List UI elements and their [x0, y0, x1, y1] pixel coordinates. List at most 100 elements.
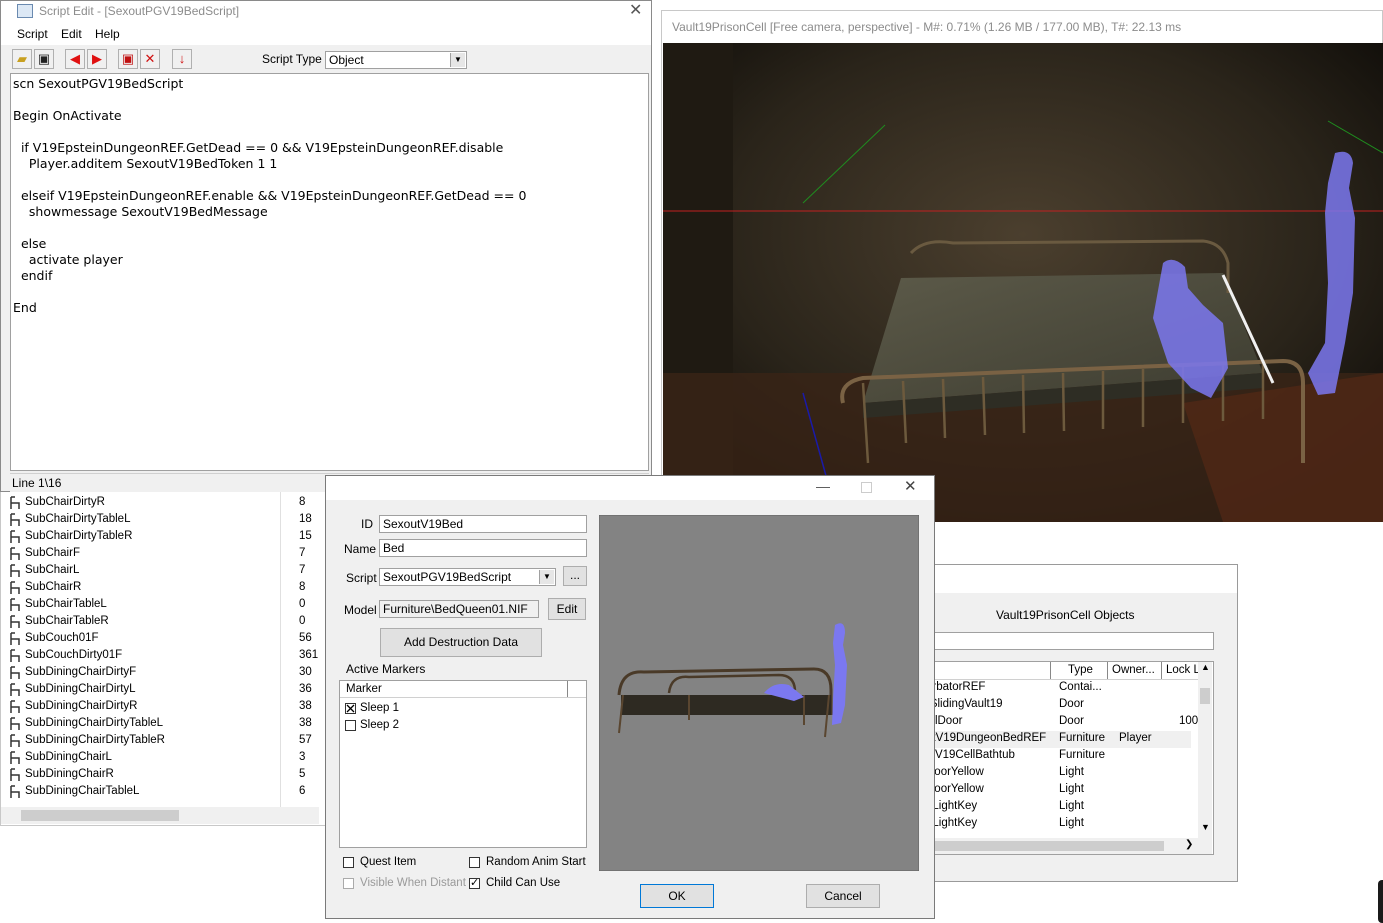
delete-button[interactable]: ✕: [140, 49, 160, 69]
table-row[interactable]: ellDoor Door 100: [926, 714, 1198, 731]
marker-row-sleep-2[interactable]: Sleep 2: [344, 718, 564, 734]
model-preview[interactable]: [599, 515, 919, 871]
minimize-icon[interactable]: —: [816, 478, 830, 494]
code-line[interactable]: endif: [13, 268, 526, 284]
list-item[interactable]: SubDiningChairTableL 6: [1, 784, 319, 801]
next-script-button[interactable]: ▶: [87, 49, 107, 69]
script-type-select[interactable]: Object ▼: [325, 51, 467, 69]
compile-down-button[interactable]: ↓: [172, 49, 192, 69]
menu-script[interactable]: Script: [17, 27, 48, 41]
model-edit-button[interactable]: Edit: [548, 598, 586, 620]
save-red-button[interactable]: ▣: [118, 49, 138, 69]
code-line[interactable]: End: [13, 300, 526, 316]
table-row[interactable]: erbatorREF Contai...: [926, 680, 1191, 697]
id-field[interactable]: SexoutV19Bed: [379, 515, 587, 533]
object-list-hscrollbar[interactable]: [1, 807, 319, 824]
header-divider[interactable]: [567, 681, 568, 697]
code-line[interactable]: showmessage SexoutV19BedMessage: [13, 204, 526, 220]
list-item[interactable]: SubChairF 7: [1, 546, 319, 563]
list-item[interactable]: SubDiningChairDirtyTableL 38: [1, 716, 319, 733]
save-button[interactable]: ▣: [34, 49, 54, 69]
code-line[interactable]: [13, 92, 526, 108]
list-item[interactable]: SubDiningChairDirtyTableR 57: [1, 733, 319, 750]
hscroll-thumb[interactable]: [21, 810, 179, 821]
list-item[interactable]: SubChairL 7: [1, 563, 319, 580]
list-item[interactable]: SubDiningChairL 3: [1, 750, 319, 767]
list-item-name: SubChairF: [25, 547, 80, 559]
menu-edit[interactable]: Edit: [61, 27, 82, 41]
add-destruction-data-button[interactable]: Add Destruction Data: [380, 628, 542, 657]
code-line[interactable]: else: [13, 236, 526, 252]
list-item[interactable]: SubChairDirtyTableR 15: [1, 529, 319, 546]
header-lock[interactable]: Lock L: [1166, 664, 1200, 676]
cell-objects-filter-field[interactable]: [926, 632, 1214, 650]
list-item[interactable]: SubDiningChairDirtyR 38: [1, 699, 319, 716]
script-code[interactable]: scn SexoutPGV19BedScript Begin OnActivate…: [13, 76, 526, 316]
code-line[interactable]: [13, 124, 526, 140]
open-folder-button[interactable]: ▰: [12, 49, 32, 69]
code-line[interactable]: if V19EpsteinDungeonREF.GetDead == 0 && …: [13, 140, 526, 156]
cell-objects-vscrollbar[interactable]: ▲ ▼: [1198, 662, 1212, 838]
code-line[interactable]: [13, 220, 526, 236]
cell-objects-hscrollbar[interactable]: ❯: [926, 838, 1212, 854]
table-row[interactable]: DoorYellow Light: [926, 782, 1191, 799]
hscroll-thumb[interactable]: [926, 841, 1164, 851]
code-line[interactable]: [13, 172, 526, 188]
chevron-down-icon[interactable]: ▼: [1201, 822, 1210, 832]
list-item[interactable]: SubChairR 8: [1, 580, 319, 597]
header-divider-owner[interactable]: [1161, 662, 1162, 679]
list-item[interactable]: SubChairTableR 0: [1, 614, 319, 631]
header-owner[interactable]: Owner...: [1112, 664, 1155, 676]
close-icon[interactable]: ✕: [629, 0, 642, 20]
table-row[interactable]: DoorYellow Light: [926, 765, 1191, 782]
chevron-right-icon[interactable]: ❯: [1185, 839, 1193, 850]
chevron-down-icon[interactable]: ▼: [450, 53, 465, 67]
child-can-use-checkbox[interactable]: [469, 876, 480, 889]
header-divider-type[interactable]: [1107, 662, 1108, 679]
list-item-count: 361: [299, 649, 319, 661]
header-type[interactable]: Type: [1068, 664, 1093, 676]
vscroll-thumb[interactable]: [1200, 688, 1210, 704]
chevron-down-icon[interactable]: ▼: [539, 570, 554, 584]
cell-objects-list[interactable]: Type Owner... Lock L erbatorREF Contai...…: [926, 661, 1214, 855]
code-line[interactable]: [13, 284, 526, 300]
list-item[interactable]: SubCouch01F 56: [1, 631, 319, 648]
marker-checkbox-sleep-1[interactable]: [345, 703, 356, 714]
marker-column-header[interactable]: Marker: [346, 683, 382, 695]
table-row[interactable]: 9LightKey Light: [926, 816, 1191, 833]
quest-item-checkbox[interactable]: [343, 857, 354, 868]
table-row[interactable]: 9LightKey Light: [926, 799, 1191, 816]
code-line[interactable]: scn SexoutPGV19BedScript: [13, 76, 526, 92]
previous-script-button[interactable]: ◀: [65, 49, 85, 69]
chevron-up-icon[interactable]: ▲: [1201, 662, 1210, 672]
list-item[interactable]: SubChairDirtyTableL 18: [1, 512, 319, 529]
code-line[interactable]: Player.additem SexoutV19BedToken 1 1: [13, 156, 526, 172]
code-line[interactable]: activate player: [13, 252, 526, 268]
random-anim-start-checkbox[interactable]: [469, 857, 480, 868]
render-viewport[interactable]: [663, 43, 1383, 522]
script-select[interactable]: SexoutPGV19BedScript ▼: [379, 568, 556, 586]
script-browse-button[interactable]: ...: [563, 566, 587, 586]
marker-checkbox-sleep-2[interactable]: [345, 720, 356, 731]
table-row[interactable]: xtV19CellBathtub Furniture: [926, 748, 1191, 765]
code-line[interactable]: elseif V19EpsteinDungeonREF.enable && V1…: [13, 188, 526, 204]
code-line[interactable]: Begin OnActivate: [13, 108, 526, 124]
name-field[interactable]: Bed: [379, 539, 587, 557]
markers-list[interactable]: Marker Sleep 1 Sleep 2: [339, 680, 587, 848]
list-item[interactable]: SubDiningChairDirtyF 30: [1, 665, 319, 682]
table-row[interactable]: utV19DungeonBedREF Furniture Player: [926, 731, 1191, 748]
table-row[interactable]: rSlidingVault19 Door: [926, 697, 1191, 714]
ok-button[interactable]: OK: [640, 884, 714, 908]
model-field[interactable]: Furniture\BedQueen01.NIF: [379, 600, 539, 618]
header-divider-name[interactable]: [1050, 662, 1051, 679]
list-item[interactable]: SubCouchDirty01F 361: [1, 648, 319, 665]
close-icon[interactable]: ✕: [904, 477, 917, 495]
list-item[interactable]: SubDiningChairDirtyL 36: [1, 682, 319, 699]
list-item[interactable]: SubChairTableL 0: [1, 597, 319, 614]
list-item[interactable]: SubChairDirtyR 8: [1, 495, 319, 512]
menu-help[interactable]: Help: [95, 27, 120, 41]
marker-row-sleep-1[interactable]: Sleep 1: [344, 701, 564, 717]
chair-icon: [10, 632, 20, 645]
cancel-button[interactable]: Cancel: [806, 884, 880, 908]
list-item[interactable]: SubDiningChairR 5: [1, 767, 319, 784]
